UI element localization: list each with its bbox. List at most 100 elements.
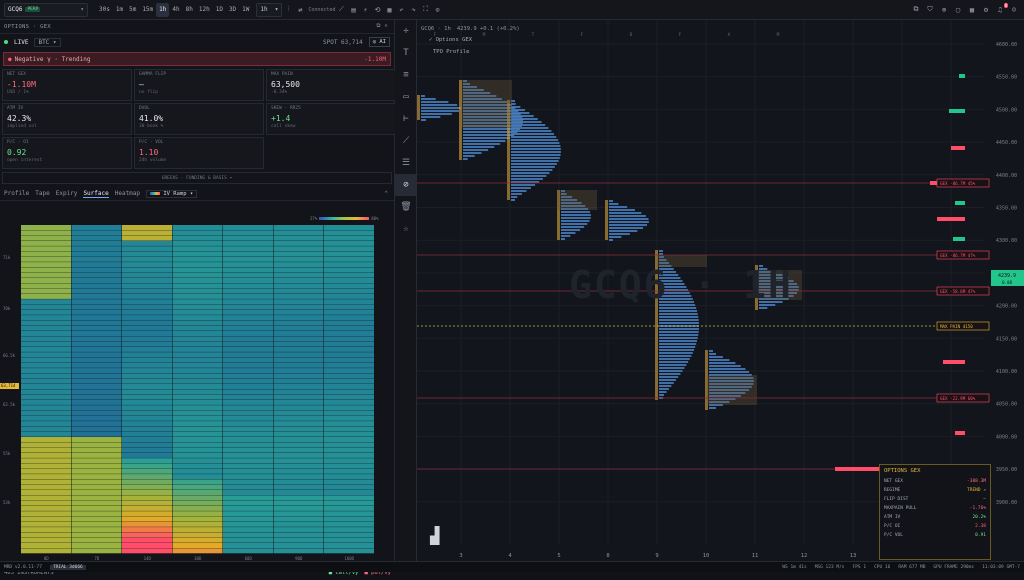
heat-cell (223, 521, 273, 527)
metric-card[interactable]: MAX PAIN 63,500 -0.34% (266, 69, 396, 101)
timeframe-12h[interactable]: 12h (196, 3, 213, 17)
collapse-icon[interactable]: ⌃ (384, 190, 388, 197)
fib-tool-icon[interactable]: ☰ (395, 152, 417, 174)
heat-cell (223, 389, 273, 395)
trial-badge[interactable]: TRIAL 3d666 (49, 564, 86, 570)
metric-card[interactable]: ATM IV 42.3% implied vol (2, 103, 132, 135)
heat-cell (273, 431, 324, 437)
day-tick: 12 (801, 553, 808, 559)
heat-cell (21, 299, 71, 305)
metric-card[interactable]: GAMMA FLIP — no flip (134, 69, 264, 101)
target-icon[interactable]: ⊕ (938, 6, 950, 14)
trash-icon[interactable]: 🗑 (395, 196, 417, 218)
metric-sub: 24h volume (139, 158, 167, 163)
timeframe-1m[interactable]: 1m (113, 3, 126, 17)
heat-cell (223, 463, 273, 469)
overlay-tpo[interactable]: TPO Profile (433, 49, 469, 55)
heatmap-svg[interactable]: 71k70k66.5k63,71462.5k55k53k0D 7D 14D 30D 60… (0, 219, 395, 561)
fullscreen-icon[interactable]: ⛶ (420, 5, 432, 14)
timeframe-4h[interactable]: 4h (169, 3, 182, 17)
greeks-toggle[interactable]: GREEKS · FUNDING & BASIS ▾ (2, 172, 392, 184)
metric-card[interactable]: SKEW · RR25 +1.4 call skew (266, 103, 396, 135)
ai-button[interactable]: ◎ AI (368, 37, 390, 47)
heat-cell (172, 532, 223, 538)
interval-select[interactable]: 1h ▾ (256, 2, 283, 17)
apps-icon[interactable]: ▦ (966, 6, 978, 14)
timeframe-8h[interactable]: 8h (183, 3, 196, 17)
heat-cell (21, 272, 71, 278)
heat-cell (324, 368, 374, 374)
current-price-sub: 0.08 (1002, 280, 1013, 285)
rectangle-tool-icon[interactable]: ▭ (395, 86, 417, 108)
alert-icon[interactable]: ⚡ (360, 6, 372, 14)
user-icon[interactable]: ☺ (1008, 6, 1020, 14)
compare-icon[interactable]: ⇄ (294, 6, 306, 14)
price-chart[interactable]: 4600.00 4550.00 4500.00 4450.00 4400.00 4350.… (417, 20, 1024, 561)
lines-tool-icon[interactable]: ≡ (395, 64, 417, 86)
clock: 11:03:09 GMT-7 (982, 564, 1020, 570)
star-icon[interactable]: ☆ (395, 218, 417, 240)
heat-cell (71, 426, 122, 432)
symbol-selector[interactable]: GCQ6 PERP ▾ (4, 2, 88, 17)
tab-tape[interactable]: Tape (35, 190, 49, 198)
tab-heatmap[interactable]: Heatmap (115, 190, 140, 198)
indicators-icon[interactable]: ⟋ (336, 5, 348, 14)
heat-cell (223, 479, 273, 485)
crosshair-icon[interactable]: ✛ (395, 20, 417, 42)
undo-icon[interactable]: ↶ (396, 6, 408, 14)
shield-icon[interactable]: ⛉ (924, 5, 936, 14)
heat-cell (273, 442, 324, 448)
timeframe-1D[interactable]: 1D (213, 3, 226, 17)
timeframe-5m[interactable]: 5m (126, 3, 139, 17)
tpo-bar (609, 221, 649, 223)
ivramp-select[interactable]: IV Ramp ▾ (146, 189, 198, 198)
heat-cell (122, 537, 172, 543)
heat-cell (273, 415, 324, 421)
timeframe-15m[interactable]: 15m (139, 3, 156, 17)
iv-surface-heatmap[interactable]: 71k 70k 66.5k 63,714 62.5k 55k 53k 0D 7D 14D 30D 60… (0, 219, 395, 561)
timeframe-1W[interactable]: 1W (239, 3, 252, 17)
window-icon[interactable]: ⧉ (910, 5, 922, 14)
metric-card[interactable]: P/C · OI 0.92 open interest (2, 137, 132, 169)
asset-select[interactable]: BTC ▾ (34, 37, 61, 47)
heat-cell (273, 278, 324, 283)
square-icon[interactable]: ▢ (952, 6, 964, 14)
hide-drawings-icon[interactable]: ⊘ (395, 174, 417, 196)
metric-card[interactable]: P/C · VOL 1.10 24h volume (134, 137, 264, 169)
metric-card[interactable]: DVOL 41.0% 30 book % (134, 103, 264, 135)
popout-icon[interactable]: ⧉ ✕ (377, 23, 388, 30)
tab-expiry[interactable]: Expiry (56, 190, 78, 198)
redo-icon[interactable]: ↷ (408, 6, 420, 14)
metric-card[interactable]: NET GEX -1.10M USD / 1% (2, 69, 132, 101)
tab-profile[interactable]: Profile (4, 190, 29, 198)
heat-cell (324, 283, 374, 289)
chevron-down-icon: ▾ (80, 6, 84, 13)
layout-icon[interactable]: ▤ (348, 6, 360, 14)
ws-latency: WS 1m 41s (782, 564, 807, 570)
trendline-icon[interactable]: ⟋ (395, 130, 417, 152)
overlay-options-gex[interactable]: ✓ Options GEX (429, 37, 472, 43)
timeframe-3D[interactable]: 3D (226, 3, 239, 17)
bell-icon[interactable]: ♫ 8 (994, 2, 1008, 14)
heat-cell (122, 293, 172, 299)
day-tick: 5 (557, 553, 560, 559)
heat-cell (273, 378, 324, 384)
heat-cell (273, 299, 324, 305)
heat-cell (273, 341, 324, 347)
replay-icon[interactable]: ⟲ (372, 6, 384, 14)
heat-cell (324, 399, 374, 405)
heat-cell (21, 288, 71, 294)
text-tool-icon[interactable]: T (395, 42, 417, 64)
heat-cell (223, 304, 273, 310)
grid-icon[interactable]: ▦ (384, 6, 396, 14)
metric-sub: USD / 1% (7, 90, 29, 95)
measure-tool-icon[interactable]: ⊢ (395, 108, 417, 130)
tab-surface[interactable]: Surface (83, 190, 109, 198)
timeframe-30s[interactable]: 30s (96, 3, 113, 17)
settings-icon[interactable]: ⚙ (980, 6, 992, 14)
timeframe-1h[interactable]: 1h (156, 2, 170, 17)
camera-icon[interactable]: ⊙ (432, 6, 444, 14)
candle-type-icon[interactable]: ⫶ (282, 5, 294, 14)
heat-cell (21, 384, 71, 389)
heat-cell (21, 256, 71, 262)
